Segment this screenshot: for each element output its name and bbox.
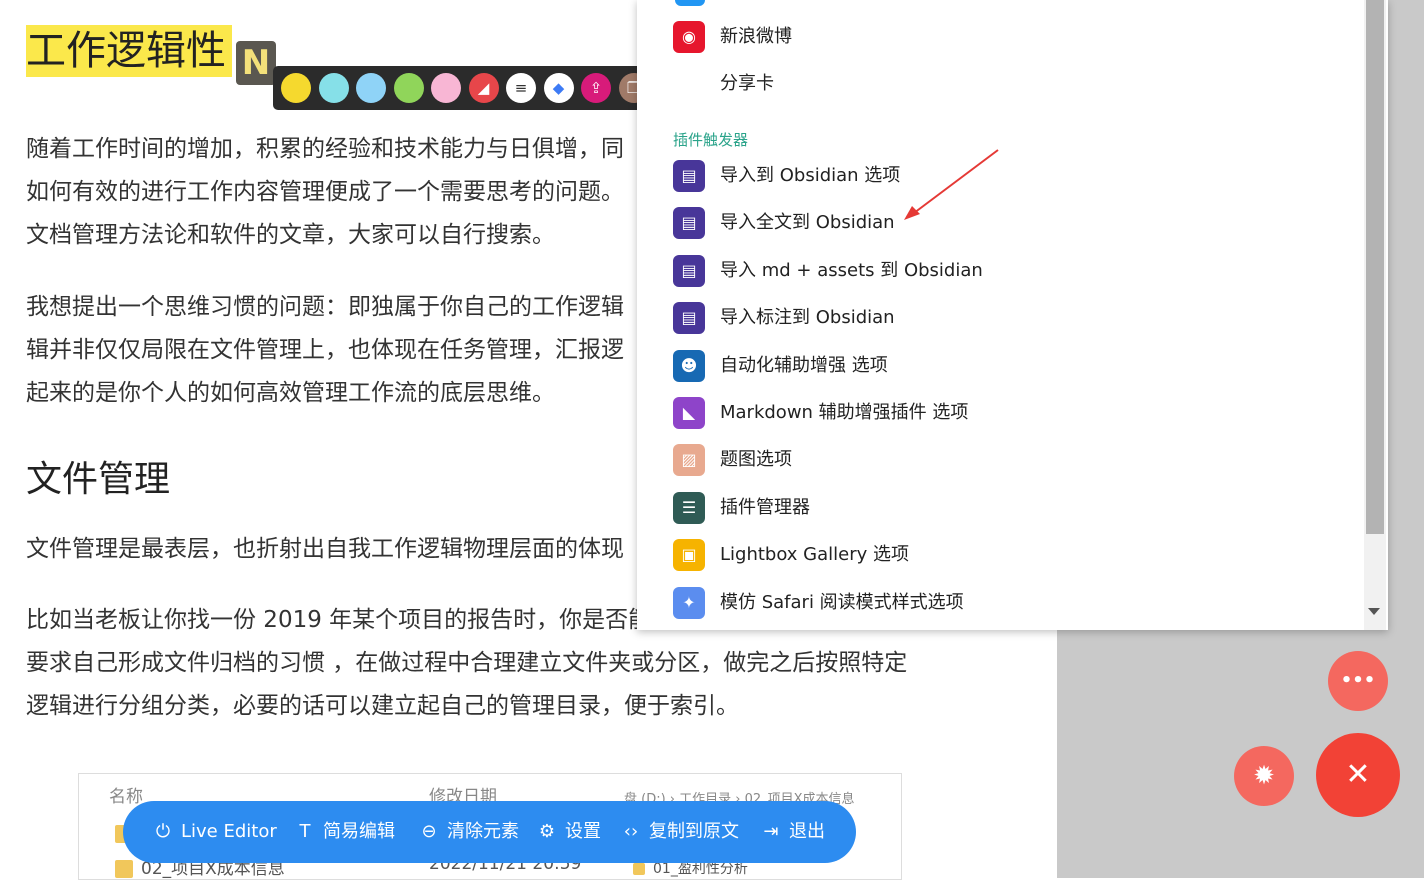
markdown-icon: ◣ [673,397,705,429]
toolbar-button-label: 退出 [789,821,825,842]
notion-badge-icon[interactable]: N [236,41,276,85]
toolbar-button-label: 复制到原文 [649,821,739,842]
share-card-icon [673,68,705,100]
note-icon-glyph: ≡ [514,79,528,97]
menu-item-label: Markdown 辅助增强插件 选项 [720,402,969,423]
eraser-icon[interactable]: ◢ [468,73,499,103]
toolbar-button-label: 设置 [565,821,601,842]
section-heading: 文件管理 [26,459,171,500]
menu-item-label: 题图选项 [720,449,792,471]
toolbar-button[interactable]: ⚙ 设置 [535,818,601,846]
tag-icon-glyph: ◆ [552,79,565,97]
tag-icon[interactable]: ◆ [543,73,574,103]
menu-scrollbar[interactable] [1364,0,1386,630]
menu-section-title: 插件触发器 [673,131,749,149]
title-wrap: 工作逻辑性 N [26,25,276,85]
obsidian-icon: ▤ [673,254,705,287]
image-icon: ▨ [673,444,705,477]
menu-item-label: 自动化辅助增强 选项 [720,354,888,376]
gallery-icon: ▣ [673,539,705,572]
remove-icon: ⊖ [421,821,437,842]
obsidian-icon: ▤ [673,302,705,335]
menu-item-label: Lightbox Gallery 选项 [720,544,910,566]
exit-icon: ⇥ [763,821,779,842]
highlight-color-5[interactable] [431,73,461,103]
power-icon: ⏻ [155,821,171,842]
toolbar-button[interactable]: ‹› 复制到原文 [619,818,739,846]
toolbar-button-label: 简易编辑 [323,821,395,842]
folder-icon [633,863,645,875]
menu-item-label: 分享卡 [720,73,774,94]
column-name-header: 名称 [109,787,143,807]
highlight-color-4[interactable] [393,73,424,103]
note-icon[interactable]: ≡ [506,73,536,103]
weibo-icon: ◉ [673,21,705,53]
menu-item-label: 导入标注到 Obsidian [720,307,895,329]
settings-icon: ⚙ [538,821,556,842]
upload-icon-glyph: ⇪ [589,79,603,97]
upload-icon[interactable]: ⇪ [581,73,611,103]
list-icon: ☰ [673,491,705,524]
toolbar-button[interactable]: ⊖ 清除元素 [417,818,519,846]
eraser-icon-glyph: ◢ [477,79,490,97]
highlight-color-1[interactable] [281,73,311,103]
highlight-color-3[interactable] [356,73,386,103]
menu-item-label: 新浪微博 [720,26,792,47]
obsidian-icon: ▤ [673,160,705,192]
folder-right-name: 01_盈利性分析 [653,861,748,877]
toolbar-button[interactable]: T 简易编辑 [293,818,396,846]
plugin-menu: 插件触发器 ◉ 新浪微博分享卡 ▤ 导入到 Obsidian 选项 ▤ 导入全文到 Obs… [637,0,1388,630]
text-edit-icon: T [299,821,311,842]
partial-top-item-icon[interactable] [675,0,705,6]
bottom-toolbar: ⏻ Live Editor T 简易编辑 ⊖ 清除元素 ⚙ 设置 ‹› 复制到原文 ⇥ 退出 [123,801,856,863]
menu-item-label: 导入到 Obsidian 选项 [720,165,901,186]
code-icon: ‹› [623,821,639,842]
menu-item-label: 导入 md + assets 到 Obsidian [720,259,983,281]
close-fab-button[interactable]: ✕ [1316,733,1400,817]
article-title: 工作逻辑性 [26,25,232,77]
menu-item-label: 模仿 Safari 阅读模式样式选项 [720,591,964,613]
toolbar-button-label: 清除元素 [447,821,519,842]
flashlight-button[interactable]: ✹ [1234,746,1294,806]
more-options-button[interactable]: ••• [1328,651,1388,711]
scroll-down-arrow-icon[interactable] [1368,608,1380,615]
toolbar-button-label: Live Editor [181,821,277,842]
menu-item-label: 插件管理器 [720,496,810,518]
scrollbar-thumb[interactable] [1366,0,1384,534]
compass-icon: ✦ [673,586,705,619]
obsidian-icon: ▤ [673,207,705,240]
toolbar-button[interactable]: ⇥ 退出 [759,818,825,846]
robot-icon: ☻ [673,349,705,382]
folder-icon [115,860,133,878]
highlight-color-2[interactable] [318,73,349,103]
toolbar-button[interactable]: ⏻ Live Editor [151,818,277,846]
menu-item-label: 导入全文到 Obsidian [720,212,895,234]
